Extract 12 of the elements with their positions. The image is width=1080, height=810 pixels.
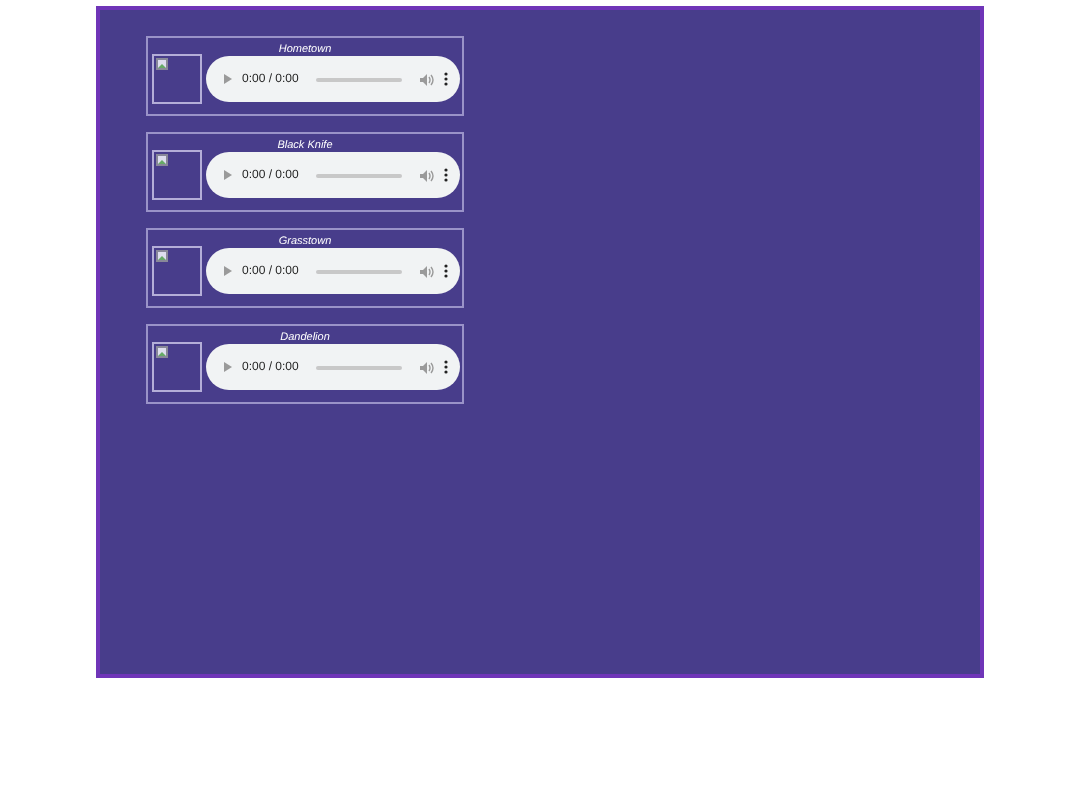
play-icon[interactable] (224, 170, 232, 180)
volume-icon[interactable] (420, 73, 434, 85)
play-icon[interactable] (224, 266, 232, 276)
volume-icon[interactable] (420, 361, 434, 373)
broken-image-icon (152, 246, 202, 296)
broken-image-icon (152, 342, 202, 392)
play-icon[interactable] (224, 362, 232, 372)
play-icon[interactable] (224, 74, 232, 84)
volume-icon[interactable] (420, 169, 434, 181)
broken-image-icon (152, 54, 202, 104)
broken-image-icon (152, 150, 202, 200)
volume-icon[interactable] (420, 265, 434, 277)
